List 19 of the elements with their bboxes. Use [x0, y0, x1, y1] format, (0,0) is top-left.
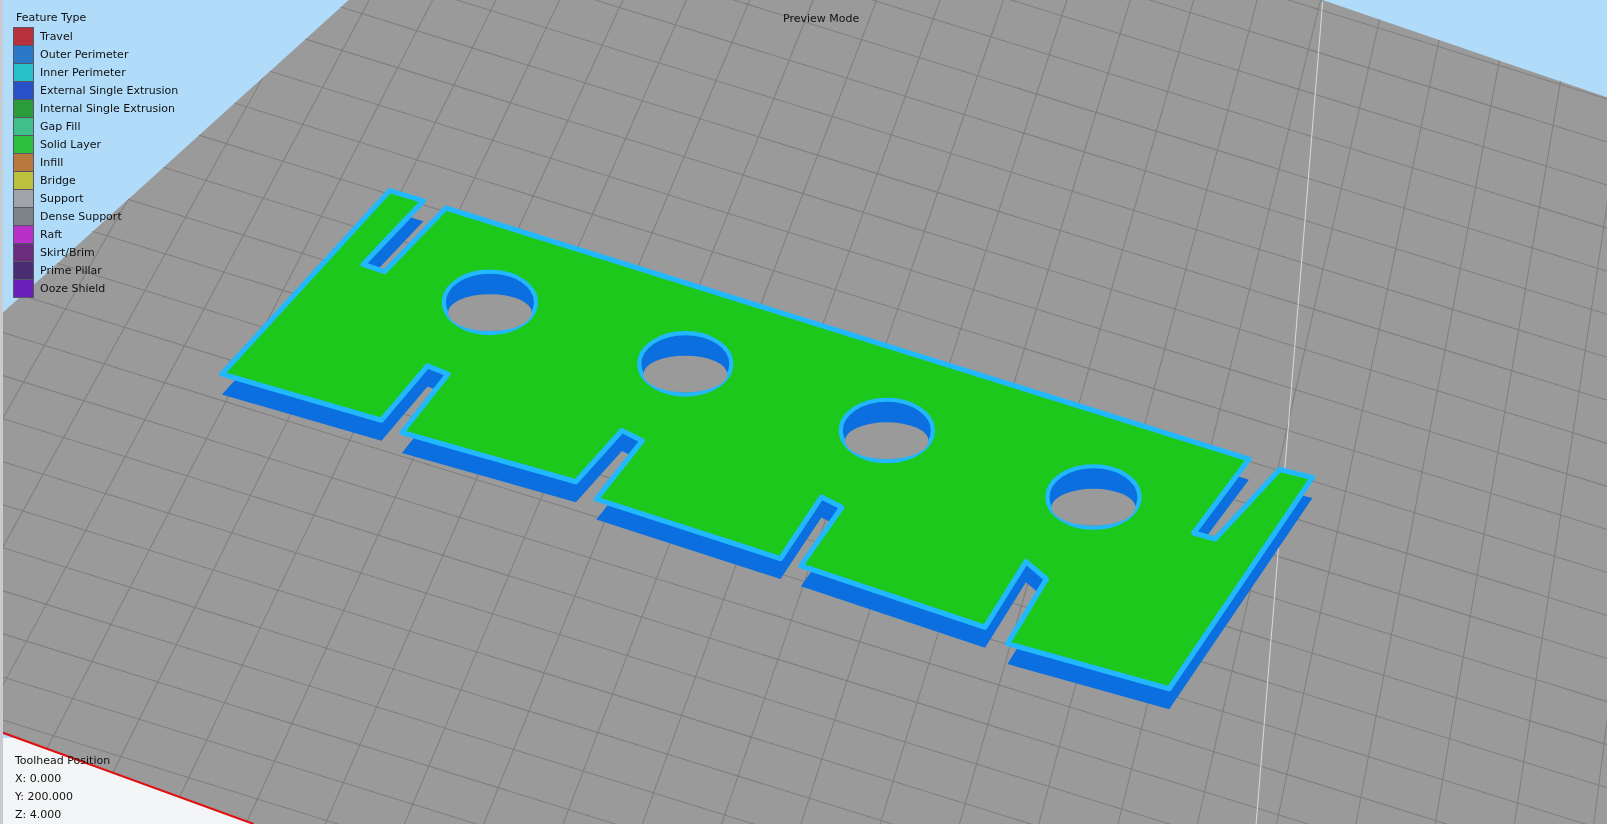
coordinate-text: Y: 200.000 — [15, 790, 74, 804]
legend-label: Skirt/Brim — [40, 245, 95, 259]
legend-label: Solid Layer — [40, 137, 101, 151]
view-title: Preview Mode — [783, 12, 860, 25]
legend-label: Support — [40, 191, 84, 205]
coordinate-text: Z: 4.000 — [15, 808, 63, 822]
legend-label: Bridge — [40, 173, 76, 187]
legend-label: Internal Single Extrusion — [40, 101, 175, 115]
legend-label: External Single Extrusion — [40, 83, 179, 97]
legend-label: Travel — [40, 29, 73, 43]
legend-title: Feature Type — [16, 11, 88, 24]
legend-label: Dense Support — [40, 209, 122, 223]
legend-label: Infill — [40, 155, 64, 169]
legend-label: Ooze Shield — [40, 281, 106, 295]
legend-label: Gap Fill — [40, 119, 81, 133]
coordinate-text: X: 0.000 — [15, 772, 63, 786]
legend-label: Outer Perimeter — [40, 47, 129, 61]
legend-label: Inner Perimeter — [40, 65, 126, 79]
legend-label: Raft — [40, 227, 63, 241]
